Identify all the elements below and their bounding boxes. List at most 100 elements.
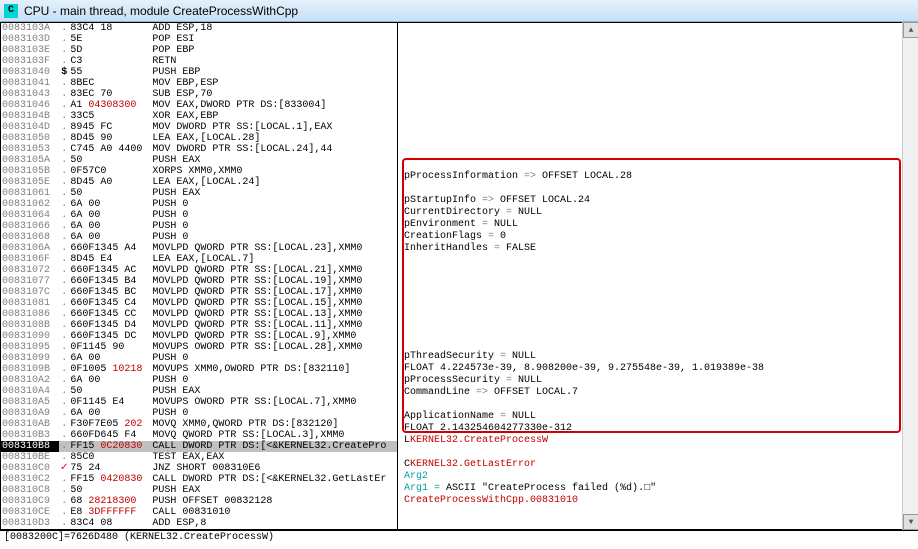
bytes-cell: 5D xyxy=(69,45,151,56)
marker-cell: . xyxy=(59,364,69,375)
addr-cell: 0083103E xyxy=(1,45,59,56)
disasm-row[interactable]: 0083104D.8945 FCMOV DWORD PTR SS:[LOCAL.… xyxy=(1,122,397,133)
disasm-row[interactable]: 008310CE.E8 3DFFFFFFCALL 00831010 xyxy=(1,507,397,518)
disasm-cell: PUSH EBP xyxy=(151,67,397,78)
bytes-cell: 8D45 A0 xyxy=(69,177,151,188)
disasm-row[interactable]: 00831040$55PUSH EBP xyxy=(1,67,397,78)
bytes-cell: 0F1145 E4 xyxy=(69,397,151,408)
scroll-up-button[interactable]: ▲ xyxy=(903,22,918,38)
disasm-row[interactable]: 00831041.8BECMOV EBP,ESP xyxy=(1,78,397,89)
disasm-row[interactable]: 008310D3.83C4 08ADD ESP,8 xyxy=(1,518,397,529)
addr-cell: 0083104D xyxy=(1,122,59,133)
disasm-row[interactable]: 00831081.660F1345 C4MOVLPD QWORD PTR SS:… xyxy=(1,298,397,309)
disasm-row[interactable]: 008310A4.50PUSH EAX xyxy=(1,386,397,397)
marker-cell: . xyxy=(59,100,69,111)
addr-cell: 008310C0 xyxy=(1,463,59,474)
disasm-cell: MOVLPD QWORD PTR SS:[LOCAL.11],XMM0 xyxy=(151,320,397,331)
addr-cell: 0083105E xyxy=(1,177,59,188)
disasm-row[interactable]: 00831077.660F1345 B4MOVLPD QWORD PTR SS:… xyxy=(1,276,397,287)
disasm-row[interactable]: 008310AB.F30F7E05 202MOVQ XMM0,QWORD PTR… xyxy=(1,419,397,430)
disasm-cell: MOVUPS OWORD PTR SS:[LOCAL.7],XMM0 xyxy=(151,397,397,408)
disasm-row[interactable]: 00831095.0F1145 90MOVUPS OWORD PTR SS:[L… xyxy=(1,342,397,353)
marker-cell: . xyxy=(59,265,69,276)
disasm-row[interactable]: 0083107C.660F1345 BCMOVLPD QWORD PTR SS:… xyxy=(1,287,397,298)
disasm-row[interactable]: 008310C9.68 28218300PUSH OFFSET 00832128 xyxy=(1,496,397,507)
bytes-cell: 0F1145 90 xyxy=(69,342,151,353)
addr-cell: 00831053 xyxy=(1,144,59,155)
disasm-row[interactable]: 00831053.C745 A0 4400MOV DWORD PTR SS:[L… xyxy=(1,144,397,155)
disasm-cell: MOVUPS XMM0,OWORD PTR DS:[832110] xyxy=(151,364,397,375)
marker-cell: . xyxy=(59,496,69,507)
disasm-row[interactable]: 00831064.6A 00PUSH 0 xyxy=(1,210,397,221)
bytes-cell: 660F1345 BC xyxy=(69,287,151,298)
disasm-row[interactable]: 0083103F.C3RETN xyxy=(1,56,397,67)
marker-cell: . xyxy=(59,408,69,419)
disasm-cell: PUSH OFFSET 00832128 xyxy=(151,496,397,507)
disasm-row[interactable]: 008310C0✓75 24JNZ SHORT 008310E6 xyxy=(1,463,397,474)
disasm-row[interactable]: 008310A2.6A 00PUSH 0 xyxy=(1,375,397,386)
disasm-row[interactable]: 008310B3.660FD645 F4MOVQ QWORD PTR SS:[L… xyxy=(1,430,397,441)
addr-cell: 00831062 xyxy=(1,199,59,210)
marker-cell: . xyxy=(59,155,69,166)
bytes-cell: A1 04308300 xyxy=(69,100,151,111)
disasm-row[interactable]: 00831090.660F1345 DCMOVLPD QWORD PTR SS:… xyxy=(1,331,397,342)
disasm-cell: MOV EAX,DWORD PTR DS:[833004] xyxy=(151,100,397,111)
disasm-row[interactable]: 008310A5.0F1145 E4MOVUPS OWORD PTR SS:[L… xyxy=(1,397,397,408)
addr-cell: 00831064 xyxy=(1,210,59,221)
disasm-cell: MOVLPD QWORD PTR SS:[LOCAL.13],XMM0 xyxy=(151,309,397,320)
disasm-row[interactable]: 008310B8.FF15 0C20830CALL DWORD PTR DS:[… xyxy=(1,441,397,452)
disasm-row[interactable]: 0083105E.8D45 A0LEA EAX,[LOCAL.24] xyxy=(1,177,397,188)
disasm-cell: MOVUPS OWORD PTR SS:[LOCAL.28],XMM0 xyxy=(151,342,397,353)
bytes-cell: 0F57C0 xyxy=(69,166,151,177)
disasm-cell: PUSH EAX xyxy=(151,485,397,496)
bytes-cell: 6A 00 xyxy=(69,199,151,210)
disasm-row[interactable]: 0083103D.5EPOP ESI xyxy=(1,34,397,45)
marker-cell: . xyxy=(59,276,69,287)
disassembly-panel[interactable]: 0083103A.83C4 18ADD ESP,180083103D.5EPOP… xyxy=(1,23,398,529)
disasm-row[interactable]: 0083106A.660F1345 A4MOVLPD QWORD PTR SS:… xyxy=(1,243,397,254)
disasm-row[interactable]: 0083108B.660F1345 D4MOVLPD QWORD PTR SS:… xyxy=(1,320,397,331)
marker-cell: . xyxy=(59,287,69,298)
bytes-cell: 83C4 18 xyxy=(69,23,151,34)
disasm-row[interactable]: 008310A9.6A 00PUSH 0 xyxy=(1,408,397,419)
scrollbar[interactable]: ▲ ▼ xyxy=(902,22,918,530)
disasm-row[interactable]: 00831046.A1 04308300MOV EAX,DWORD PTR DS… xyxy=(1,100,397,111)
marker-cell: . xyxy=(59,89,69,100)
disasm-row[interactable]: 0083109B.0F1005 10218MOVUPS XMM0,OWORD P… xyxy=(1,364,397,375)
disasm-cell: TEST EAX,EAX xyxy=(151,452,397,463)
addr-cell: 00831040 xyxy=(1,67,59,78)
disasm-row[interactable]: 008310C8.50PUSH EAX xyxy=(1,485,397,496)
marker-cell: . xyxy=(59,331,69,342)
disasm-row[interactable]: 00831086.660F1345 CCMOVLPD QWORD PTR SS:… xyxy=(1,309,397,320)
disasm-row[interactable]: 00831061.50PUSH EAX xyxy=(1,188,397,199)
addr-cell: 008310B3 xyxy=(1,430,59,441)
disasm-row[interactable]: 0083106F.8D45 E4LEA EAX,[LOCAL.7] xyxy=(1,254,397,265)
bytes-cell: 6A 00 xyxy=(69,221,151,232)
disasm-row[interactable]: 00831072.660F1345 ACMOVLPD QWORD PTR SS:… xyxy=(1,265,397,276)
addr-cell: 008310C8 xyxy=(1,485,59,496)
titlebar[interactable]: C CPU - main thread, module CreateProces… xyxy=(0,0,918,22)
disasm-row[interactable]: 00831099.6A 00PUSH 0 xyxy=(1,353,397,364)
disasm-row[interactable]: 008310C2.FF15 0420830CALL DWORD PTR DS:[… xyxy=(1,474,397,485)
addr-cell: 0083105A xyxy=(1,155,59,166)
disasm-cell: PUSH 0 xyxy=(151,408,397,419)
disasm-row[interactable]: 0083104B.33C5XOR EAX,EBP xyxy=(1,111,397,122)
disasm-row[interactable]: 0083103E.5DPOP EBP xyxy=(1,45,397,56)
disasm-row[interactable]: 0083103A.83C4 18ADD ESP,18 xyxy=(1,23,397,34)
disasm-cell: PUSH EAX xyxy=(151,386,397,397)
disasm-row[interactable]: 00831050.8D45 90LEA EAX,[LOCAL.28] xyxy=(1,133,397,144)
disasm-row[interactable]: 008310BE.85C0TEST EAX,EAX xyxy=(1,452,397,463)
disassembly-table[interactable]: 0083103A.83C4 18ADD ESP,180083103D.5EPOP… xyxy=(1,23,397,529)
marker-cell: . xyxy=(59,320,69,331)
disasm-row[interactable]: 0083105A.50PUSH EAX xyxy=(1,155,397,166)
marker-cell: . xyxy=(59,122,69,133)
disasm-row[interactable]: 00831062.6A 00PUSH 0 xyxy=(1,199,397,210)
bytes-cell: 8BEC xyxy=(69,78,151,89)
marker-cell: . xyxy=(59,56,69,67)
disasm-row[interactable]: 00831068.6A 00PUSH 0 xyxy=(1,232,397,243)
disasm-row[interactable]: 0083105B.0F57C0XORPS XMM0,XMM0 xyxy=(1,166,397,177)
scroll-down-button[interactable]: ▼ xyxy=(903,514,918,530)
disasm-row[interactable]: 00831043.83EC 70SUB ESP,70 xyxy=(1,89,397,100)
disasm-row[interactable]: 00831066.6A 00PUSH 0 xyxy=(1,221,397,232)
disasm-cell: MOVLPD QWORD PTR SS:[LOCAL.19],XMM0 xyxy=(151,276,397,287)
